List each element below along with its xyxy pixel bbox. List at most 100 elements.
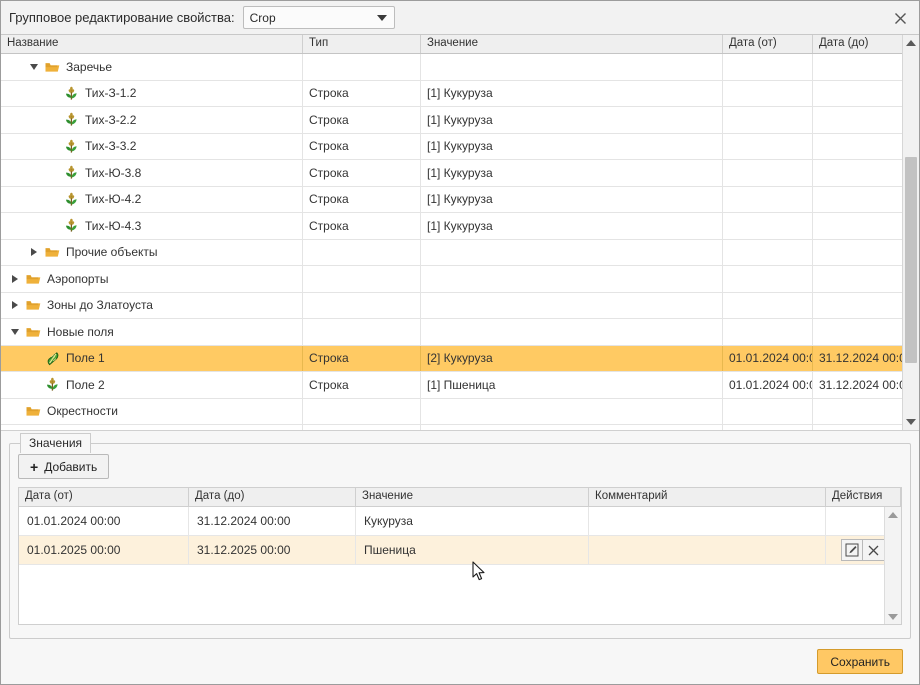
sprout-icon [61,112,81,127]
tree-row-name-cell: Прочие объекты [1,239,303,266]
tree-row[interactable]: Заречье [1,54,919,81]
values-column-header-2[interactable]: Значение [356,488,589,506]
tree-row[interactable]: Тих-З-1.2 Строка [1] Кукуруза [1,80,919,107]
property-select[interactable]: Crop [242,6,395,29]
values-scroll-down-button[interactable] [885,609,901,624]
tree-row[interactable]: Поле 2 Строка[1] Пшеница01.01.2024 00:003… [1,372,919,399]
tree-scroll-down-button[interactable] [903,414,919,430]
values-table-row[interactable]: 01.01.2024 00:00 31.12.2024 00:00 Кукуруза [19,507,901,536]
tree-row[interactable]: Тих-Ю-4.3 Строка [1] Кукуруза [1,213,919,240]
tree-row-value-cell: [1] Пшеница [421,372,723,398]
triangle-down-icon [11,328,19,335]
values-column-header-1[interactable]: Дата (до) [189,488,356,506]
tree-row-label: Поле 2 [66,377,105,392]
tree-row-type-cell: Строка [303,213,421,239]
tree-expand-toggle-open[interactable] [26,54,42,80]
tree-row-label: Заречье [66,59,113,74]
values-table-row[interactable]: 01.01.2025 00:00 31.12.2025 00:00 Пшеница [19,536,901,565]
tree-row-value-cell [421,292,723,318]
tree-row-label: Тих-З-2.2 [85,112,137,127]
edit-pencil-icon [845,543,859,557]
tree-row-date-from-cell [723,398,813,424]
tree-row-label: Прочие объекты [66,245,158,260]
tree-row-name-cell: Зоны до Златоуста [1,292,303,319]
tree-row-date-from-cell [723,319,813,345]
tree-scroll-up-button[interactable] [903,35,919,51]
folder-icon [23,326,43,338]
tree-row-date-from-cell: 01.01.2024 00:00 [723,372,813,398]
tree-column-header-2[interactable]: Значение [421,35,723,53]
tree-row-value-cell [421,319,723,345]
tree-column-header-3[interactable]: Дата (от) [723,35,813,53]
tree-column-header-0[interactable]: Название [1,35,303,53]
values-row-date-from-cell: 01.01.2025 00:00 [19,536,189,564]
folder-icon [45,62,59,72]
tree-row-label: Тих-Ю-4.3 [85,218,142,233]
tree-row[interactable]: Зоны до Златоуста [1,292,919,319]
tree-row-date-from-cell [723,292,813,318]
tree-row-date-to-cell [813,107,903,133]
sprout-icon [61,192,81,207]
save-button[interactable]: Сохранить [817,649,903,674]
values-column-header-0[interactable]: Дата (от) [19,488,189,506]
triangle-down-icon [30,63,38,70]
tree-scroll-thumb[interactable] [905,157,917,363]
tree-row-date-from-cell [723,266,813,292]
values-column-header-4[interactable]: Действия [826,488,901,506]
tree-row-name-cell: Тих-З-3.2 [1,133,303,159]
tree-expand-toggle-open[interactable] [7,319,23,345]
dialog-title: Групповое редактирование свойства: [9,10,235,25]
tree-expand-toggle-closed[interactable] [26,240,42,266]
tree-vertical-scrollbar[interactable] [902,35,919,430]
tree-row[interactable]: Новые поля [1,319,919,346]
tree-row[interactable]: Поле 1 Строка[2] Кукуруза01.01.2024 00:00… [1,345,919,372]
tree-row-date-to-cell [813,319,903,345]
edit-value-button[interactable] [841,539,863,561]
values-row-date-from-cell: 01.01.2024 00:00 [19,507,189,535]
tree-row-date-to-cell [813,133,903,159]
folder-icon [23,405,43,417]
values-vertical-scrollbar[interactable] [884,507,901,624]
tree-expand-toggle-closed[interactable] [7,266,23,292]
tree-row[interactable]: Прочие объекты [1,239,919,266]
tree-row-type-cell [303,319,421,345]
tree-row-type-cell: Строка [303,372,421,398]
sprout-icon [65,86,77,100]
values-row-date-to-cell: 31.12.2024 00:00 [189,507,356,535]
tree-row-date-to-cell [813,292,903,318]
close-button[interactable] [887,5,913,31]
tree-twisty-spacer [45,213,61,239]
tree-row-name-cell: Тих-З-1.2 [1,80,303,106]
delete-value-button[interactable] [863,539,885,561]
tree-row[interactable]: Аэропорты [1,266,919,293]
tree-row[interactable]: Тих-Ю-3.8 Строка [1] Кукуруза [1,160,919,187]
tree-row[interactable] [1,425,919,430]
sprout-icon [65,192,77,206]
tree-column-header-1[interactable]: Тип [303,35,421,53]
tree-expand-toggle-closed[interactable] [7,293,23,319]
tree-column-header-4[interactable]: Дата (до) [813,35,903,53]
tree-row-value-cell: [1] Кукуруза [421,213,723,239]
sprout-icon [61,86,81,101]
tree-row-label: Тих-З-1.2 [85,86,137,101]
tree-row-date-from-cell [723,213,813,239]
tree-twisty-spacer [7,399,23,425]
group-property-edit-dialog: Групповое редактирование свойства: Crop … [0,0,920,685]
sprout-icon [65,218,77,232]
tree-row[interactable]: Окрестности [1,398,919,425]
triangle-right-icon [12,301,18,310]
tree-row-label: Зоны до Златоуста [47,298,153,313]
add-value-button[interactable]: + Добавить [18,454,110,479]
values-table: Дата (от) Дата (до) Значение Комментарий Дей… [18,487,902,625]
values-column-header-3[interactable]: Комментарий [589,488,826,506]
tab-values[interactable]: Значения [20,433,92,453]
tree-row-date-to-cell [813,80,903,106]
values-scroll-up-button[interactable] [885,507,901,522]
tree-row[interactable]: Тих-З-2.2 Строка [1] Кукуруза [1,107,919,134]
tree-row[interactable]: Тих-Ю-4.2 Строка [1] Кукуруза [1,186,919,213]
tree-row[interactable]: Тих-З-3.2 Строка [1] Кукуруза [1,133,919,160]
sprout-icon [61,139,81,154]
tree-row-date-to-cell: 31.12.2024 00:00 [813,372,903,398]
dialog-footer: Сохранить [9,639,911,684]
tree-row-date-to-cell [813,54,903,80]
